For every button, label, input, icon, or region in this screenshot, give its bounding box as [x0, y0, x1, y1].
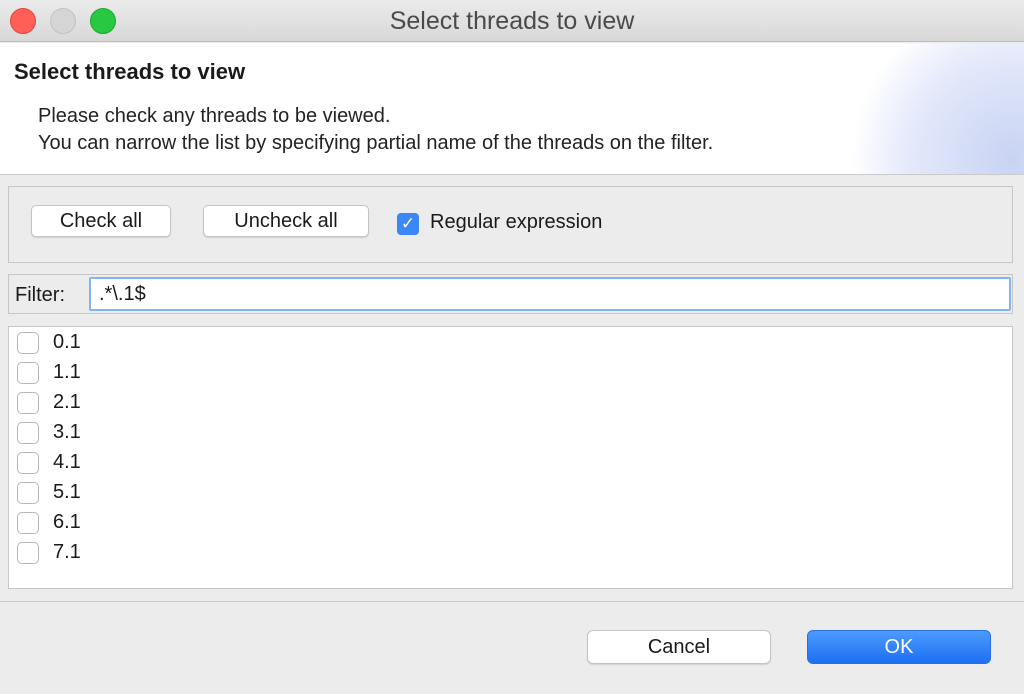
thread-label[interactable]: 2.1 — [53, 391, 81, 414]
regular-expression-label[interactable]: Regular expression — [430, 211, 602, 234]
description-line-1: Please check any threads to be viewed. — [38, 105, 391, 127]
thread-checkbox[interactable] — [17, 482, 39, 504]
thread-checkbox[interactable] — [17, 512, 39, 534]
regular-expression-checkbox[interactable]: ✓ — [397, 213, 419, 235]
thread-list[interactable]: 0.1 1.1 2.1 3.1 4.1 5.1 6.1 7.1 — [8, 326, 1013, 589]
thread-checkbox[interactable] — [17, 332, 39, 354]
thread-label[interactable]: 7.1 — [53, 541, 81, 564]
thread-label[interactable]: 6.1 — [53, 511, 81, 534]
footer-divider — [0, 601, 1024, 602]
filter-label: Filter: — [15, 284, 65, 306]
description-line-2: You can narrow the list by specifying pa… — [38, 132, 714, 154]
thread-checkbox[interactable] — [17, 542, 39, 564]
title-bar: Select threads to view — [0, 0, 1024, 42]
selection-actions-panel: Check all Uncheck all ✓ Regular expressi… — [8, 186, 1013, 263]
ok-button[interactable]: OK — [807, 630, 991, 664]
dialog-title: Select threads to view — [14, 59, 246, 84]
thread-label[interactable]: 4.1 — [53, 451, 81, 474]
thread-label[interactable]: 1.1 — [53, 361, 81, 384]
window-title: Select threads to view — [389, 7, 635, 35]
dialog-header: Select threads to view Please check any … — [0, 43, 1024, 175]
thread-label[interactable]: 5.1 — [53, 481, 81, 504]
thread-label[interactable]: 3.1 — [53, 421, 81, 444]
thread-checkbox[interactable] — [17, 452, 39, 474]
thread-label[interactable]: 0.1 — [53, 331, 81, 354]
check-all-button[interactable]: Check all — [31, 205, 171, 237]
thread-checkbox[interactable] — [17, 362, 39, 384]
cancel-button[interactable]: Cancel — [587, 630, 771, 664]
thread-checkbox[interactable] — [17, 422, 39, 444]
header-decoration — [844, 43, 1024, 174]
filter-input[interactable]: .*\.1$ — [89, 277, 1011, 311]
uncheck-all-button[interactable]: Uncheck all — [203, 205, 369, 237]
filter-row: Filter: .*\.1$ — [8, 274, 1013, 314]
dialog-description: Please check any threads to be viewed. Y… — [38, 103, 713, 157]
thread-checkbox[interactable] — [17, 392, 39, 414]
